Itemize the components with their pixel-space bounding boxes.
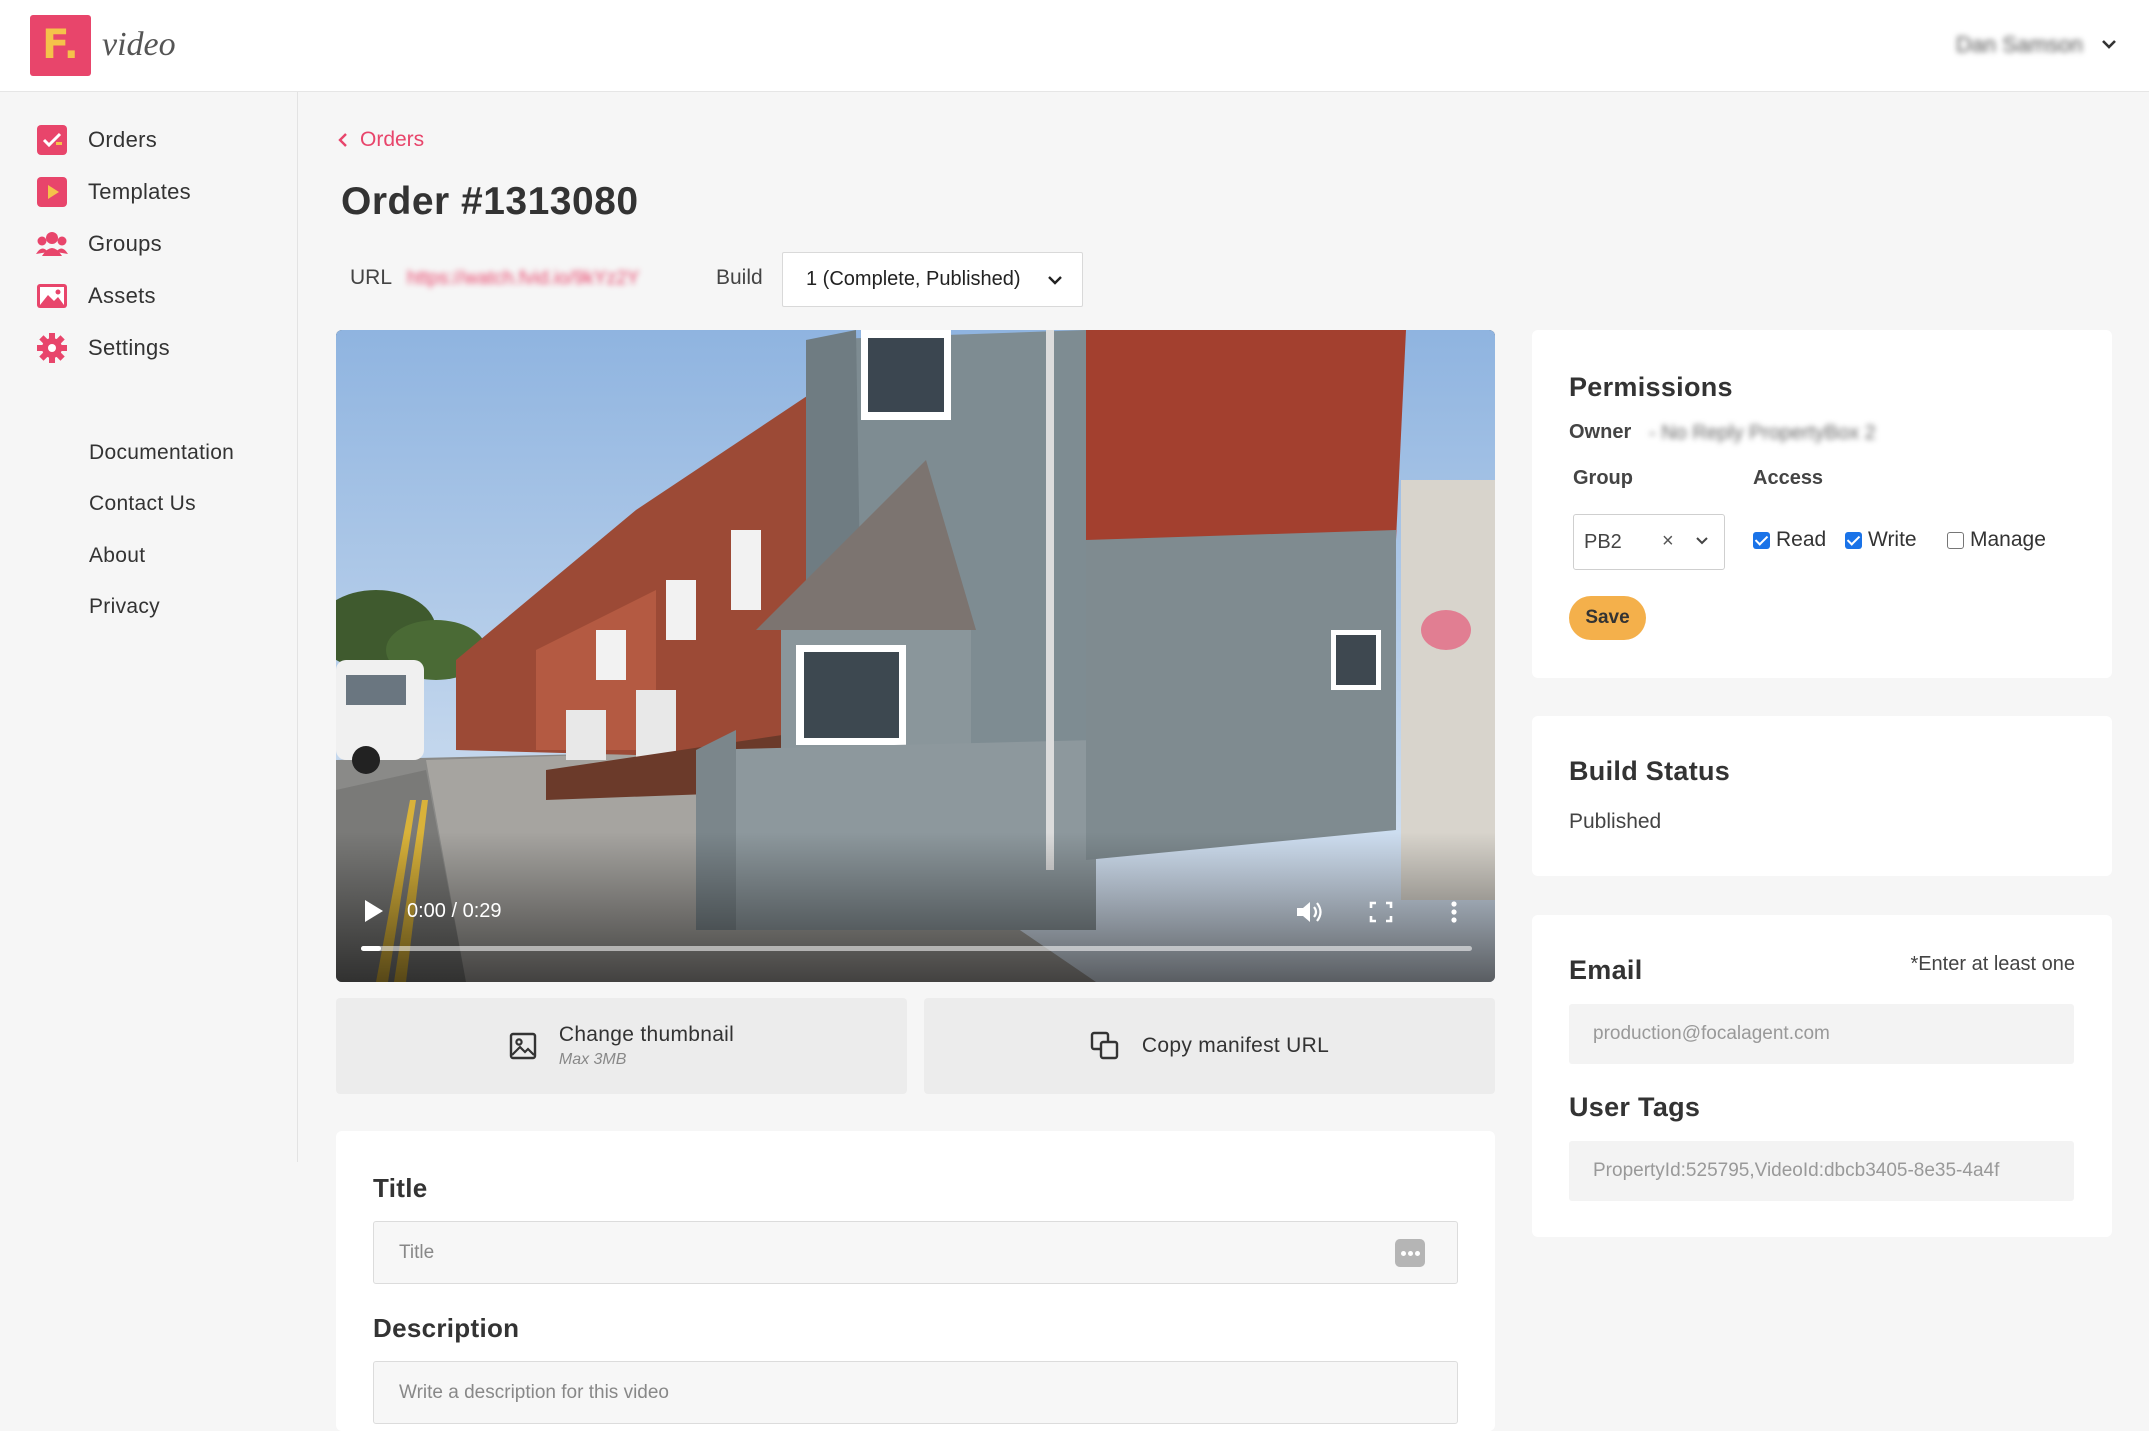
change-thumbnail-button[interactable]: Change thumbnail Max 3MB: [336, 998, 907, 1094]
title-input[interactable]: Title: [373, 1221, 1458, 1284]
sidebar-item-assets[interactable]: Assets: [36, 278, 156, 314]
checkbox-checked[interactable]: [1753, 531, 1770, 549]
sidebar-item-orders[interactable]: Orders: [36, 122, 157, 158]
orders-icon: [36, 124, 68, 156]
groups-icon: [36, 228, 68, 260]
title-placeholder: Title: [399, 1241, 435, 1263]
image-icon: [509, 1032, 537, 1060]
volume-icon[interactable]: [1294, 898, 1324, 926]
assets-icon: [36, 280, 68, 312]
top-header: F. video Dan Samson: [0, 0, 2149, 92]
email-placeholder: production@focalagent.com: [1593, 1023, 1830, 1044]
write-checkbox[interactable]: Write: [1845, 528, 1917, 552]
video-time: 0:00 / 0:29: [407, 900, 502, 922]
write-label: Write: [1868, 528, 1917, 551]
save-button[interactable]: Save: [1569, 596, 1646, 640]
sidebar-item-settings[interactable]: Settings: [36, 330, 170, 366]
email-hint: *Enter at least one: [1910, 953, 2075, 975]
description-heading: Description: [373, 1313, 520, 1343]
sidebar-item-label: Settings: [88, 335, 170, 360]
logo-text: video: [102, 26, 176, 63]
page-title: Order #1313080: [341, 180, 639, 223]
owner-value: - No Reply PropertyBox 2: [1649, 422, 1876, 444]
copy-manifest-url-label: Copy manifest URL: [1141, 1034, 1330, 1057]
group-heading: Group: [1573, 467, 1633, 489]
build-select[interactable]: 1 (Complete, Published): [782, 252, 1083, 307]
sidebar-item-templates[interactable]: Templates: [36, 174, 191, 210]
link-privacy[interactable]: Privacy: [89, 595, 160, 619]
checkbox-unchecked[interactable]: [1947, 531, 1964, 549]
link-documentation[interactable]: Documentation: [89, 441, 234, 465]
build-status-title: Build Status: [1569, 756, 1731, 786]
owner-label: Owner: [1569, 421, 1632, 443]
chevron-down-icon[interactable]: [2099, 34, 2119, 54]
fullscreen-icon[interactable]: [1366, 898, 1396, 926]
user-tags-heading: User Tags: [1569, 1092, 1701, 1122]
sidebar-item-label: Templates: [88, 179, 191, 204]
permissions-card: Permissions Owner - No Reply PropertyBox…: [1532, 330, 2112, 678]
chevron-down-icon: [1696, 537, 1708, 545]
contact-card: Email *Enter at least one production@foc…: [1532, 915, 2112, 1237]
video-details-card: Title Title Description Write a descript…: [336, 1131, 1495, 1431]
more-options-icon[interactable]: [1439, 898, 1469, 926]
link-contact-us[interactable]: Contact Us: [89, 492, 196, 516]
description-placeholder: Write a description for this video: [399, 1381, 669, 1403]
settings-icon: [36, 332, 68, 364]
link-about[interactable]: About: [89, 544, 145, 568]
email-heading: Email: [1569, 955, 1643, 985]
sidebar-item-label: Assets: [88, 283, 156, 308]
user-tags-input[interactable]: PropertyId:525795,VideoId:dbcb3405-8e35-…: [1569, 1141, 2074, 1201]
video-progress-bar[interactable]: [361, 946, 1472, 951]
user-tags-placeholder: PropertyId:525795,VideoId:dbcb3405-8e35-…: [1593, 1160, 2000, 1181]
video-player[interactable]: 0:00 / 0:29: [336, 330, 1495, 982]
read-label: Read: [1776, 528, 1827, 551]
manage-label: Manage: [1970, 528, 2046, 551]
build-status-value: Published: [1569, 810, 1662, 833]
change-thumbnail-sub: Max 3MB: [558, 1051, 627, 1068]
build-status-card: Build Status Published: [1532, 716, 2112, 876]
url-link[interactable]: https://watch.fvid.io/9kYz2Y: [407, 268, 639, 290]
copy-manifest-url-button[interactable]: Copy manifest URL: [924, 998, 1495, 1094]
group-select-value: PB2: [1584, 530, 1622, 553]
play-icon[interactable]: [362, 898, 386, 924]
templates-icon: [36, 176, 68, 208]
ellipsis-icon[interactable]: [1395, 1239, 1425, 1267]
sidebar-item-groups[interactable]: Groups: [36, 226, 162, 262]
user-name[interactable]: Dan Samson: [1956, 32, 2083, 58]
checkbox-checked[interactable]: [1845, 531, 1862, 549]
breadcrumb-link[interactable]: Orders: [360, 128, 424, 152]
description-input[interactable]: Write a description for this video: [373, 1361, 1458, 1424]
chevron-left-icon: [338, 133, 347, 147]
access-heading: Access: [1753, 467, 1824, 489]
url-label: URL: [350, 266, 393, 289]
email-field[interactable]: production@focalagent.com: [1569, 1004, 2074, 1064]
change-thumbnail-label: Change thumbnail: [558, 1023, 735, 1046]
clear-icon[interactable]: ×: [1662, 530, 1674, 553]
video-progress-fill: [361, 946, 381, 951]
build-label: Build: [716, 266, 763, 289]
copy-icon: [1090, 1031, 1119, 1060]
build-select-value: 1 (Complete, Published): [806, 268, 1021, 290]
group-select[interactable]: PB2 ×: [1573, 514, 1725, 570]
sidebar-item-label: Orders: [88, 127, 158, 152]
logo[interactable]: F.: [30, 15, 91, 76]
title-heading: Title: [373, 1173, 428, 1203]
read-checkbox[interactable]: Read: [1753, 528, 1826, 552]
breadcrumb[interactable]: Orders: [338, 128, 424, 152]
chevron-down-icon: [1048, 276, 1062, 285]
permissions-title: Permissions: [1569, 372, 1733, 402]
sidebar-item-label: Groups: [88, 231, 162, 256]
manage-checkbox[interactable]: Manage: [1947, 528, 2046, 552]
